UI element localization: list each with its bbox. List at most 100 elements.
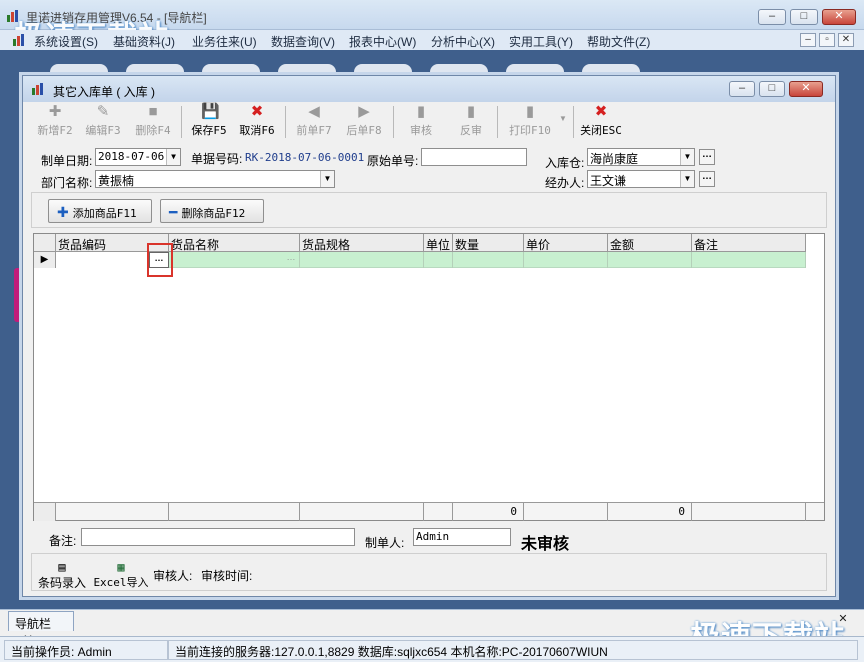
warehouse-label: 入库仓: <box>545 156 585 170</box>
header-fields: 制单日期: 2018-07-06 ▼ 单据号码: RK-2018-07-06-0… <box>31 144 827 192</box>
dialog-title-bar: 其它入库单 ( 入库 ) – □ ✕ <box>23 76 835 102</box>
chevron-down-icon[interactable]: ▼ <box>320 171 334 187</box>
toolbar-separator <box>393 106 394 138</box>
dialog-minimize-button[interactable]: – <box>729 81 755 97</box>
delete-product-button[interactable]: ━ 删除商品F12 <box>160 199 264 223</box>
next-button[interactable]: ▶ 后单F8 <box>343 104 385 142</box>
print-button[interactable]: ▮ 打印F10 <box>505 104 555 142</box>
date-label: 制单日期: <box>41 154 93 168</box>
floppy-icon: 💾 <box>201 103 220 120</box>
amount-cell[interactable] <box>608 252 692 268</box>
qty-total: 0 <box>453 503 524 521</box>
column-header[interactable]: 单价 <box>524 234 608 252</box>
chevron-down-icon[interactable]: ▼ <box>680 171 694 187</box>
toolbar-separator <box>573 106 574 138</box>
orig-no-field[interactable] <box>421 148 527 166</box>
barcode-import-button[interactable]: ▤ 条码录入 <box>35 560 89 591</box>
menu-business[interactable]: 业务往来(U) <box>192 33 257 50</box>
column-header[interactable]: 货品名称 <box>169 234 300 252</box>
dept-select[interactable]: 黄振楠 ▼ <box>95 170 335 188</box>
spec-cell[interactable] <box>300 252 424 268</box>
add-product-button[interactable]: ✚ 添加商品F11 <box>48 199 152 223</box>
price-cell[interactable] <box>524 252 608 268</box>
toolbar: ✚ 新增F2 ✎ 编辑F3 ■ 删除F4 💾 保存F5 ✖ 取消F6 ◀ 前单F… <box>29 102 829 144</box>
code-cell[interactable] <box>56 252 149 268</box>
minus-icon: ━ <box>169 204 178 220</box>
chevron-down-icon[interactable]: ▼ <box>680 149 694 165</box>
plus-icon: ✚ <box>57 204 69 220</box>
new-button[interactable]: ✚ 新增F2 <box>35 104 75 142</box>
column-header[interactable]: 数量 <box>453 234 524 252</box>
qty-cell[interactable] <box>453 252 524 268</box>
warehouse-browse-button[interactable]: … <box>699 149 715 165</box>
dialog-title: 其它入库单 ( 入库 ) <box>53 85 155 99</box>
menu-help[interactable]: 帮助文件(Z) <box>587 33 650 50</box>
maximize-button[interactable]: □ <box>790 9 818 25</box>
handler-select[interactable]: 王文谦 ▼ <box>587 170 695 188</box>
grid-corner <box>34 234 56 252</box>
red-x-icon: ✖ <box>594 103 608 120</box>
arrow-left-icon: ◀ <box>308 103 320 120</box>
menu-tools[interactable]: 实用工具(Y) <box>509 33 573 50</box>
cancel-button[interactable]: ✖ 取消F6 <box>237 104 277 142</box>
arrow-right-icon: ▶ <box>358 103 370 120</box>
name-cell[interactable] <box>169 252 300 268</box>
close-button[interactable]: ✕ <box>822 9 856 25</box>
toolbar-separator <box>285 106 286 138</box>
mdi-close-button[interactable]: ✕ <box>838 33 854 47</box>
row-pointer-icon: ▶ <box>34 252 56 268</box>
print-dropdown-icon[interactable]: ▼ <box>557 114 569 128</box>
amount-total: 0 <box>608 503 692 521</box>
menu-analysis[interactable]: 分析中心(X) <box>431 33 495 50</box>
mdi-minimize-button[interactable]: – <box>800 33 816 47</box>
footer-cell <box>692 503 806 521</box>
date-field[interactable]: 2018-07-06 ▼ <box>95 148 181 166</box>
name-browse-icon[interactable]: … <box>282 252 300 268</box>
remark-field[interactable] <box>81 528 355 546</box>
footer-cell <box>169 503 300 521</box>
dialog-maximize-button[interactable]: □ <box>759 81 785 97</box>
plus-icon: ✚ <box>48 103 62 120</box>
column-header[interactable]: 金额 <box>608 234 692 252</box>
unaudit-button[interactable]: ▮ 反审 <box>453 104 489 142</box>
product-button-bar: ✚ 添加商品F11 ━ 删除商品F12 <box>31 192 827 228</box>
handler-browse-button[interactable]: … <box>699 171 715 187</box>
remark-cell[interactable] <box>692 252 806 268</box>
status-badge: 未审核 <box>521 536 570 553</box>
unit-cell[interactable] <box>424 252 453 268</box>
status-server: 当前连接的服务器:127.0.0.1,8829 数据库:sqljxc654 本机… <box>168 640 858 660</box>
tab-nav-bar[interactable]: 导航栏 ✕ <box>8 611 74 646</box>
stock-in-dialog: 其它入库单 ( 入库 ) – □ ✕ ✚ 新增F2 ✎ 编辑F3 ■ 删除F4 … <box>22 75 836 597</box>
grid-blank <box>806 234 824 502</box>
column-header[interactable]: 备注 <box>692 234 806 252</box>
audit-button[interactable]: ▮ 审核 <box>403 104 439 142</box>
footer-cell <box>56 503 169 521</box>
column-header[interactable]: 单位 <box>424 234 453 252</box>
mdi-restore-button[interactable]: ▫ <box>819 33 835 47</box>
minimize-button[interactable]: – <box>758 9 786 25</box>
creator-label: 制单人: <box>365 536 405 550</box>
dialog-close-button[interactable]: ✕ <box>789 81 823 97</box>
remark-label: 备注: <box>49 534 77 548</box>
status-operator: 当前操作员: Admin <box>4 640 168 660</box>
save-button[interactable]: 💾 保存F5 <box>189 104 229 142</box>
bottom-panel <box>31 553 827 591</box>
warehouse-select[interactable]: 海尚康庭 ▼ <box>587 148 695 166</box>
red-x-icon: ✖ <box>250 103 264 120</box>
prev-button[interactable]: ◀ 前单F7 <box>293 104 335 142</box>
edit-button[interactable]: ✎ 编辑F3 <box>83 104 123 142</box>
excel-import-button[interactable]: ▦ Excel导入 <box>93 560 149 590</box>
doc-no-value: RK-2018-07-06-0001 <box>245 151 365 164</box>
footer-cell <box>300 503 424 521</box>
delete-button[interactable]: ■ 删除F4 <box>131 104 175 142</box>
chevron-down-icon[interactable]: ▼ <box>166 149 180 165</box>
menu-report[interactable]: 报表中心(W) <box>349 33 416 50</box>
close-dialog-button[interactable]: ✖ 关闭ESC <box>579 104 623 142</box>
dialog-chart-icon <box>32 83 43 95</box>
toolbar-separator <box>181 106 182 138</box>
column-header[interactable]: 货品规格 <box>300 234 424 252</box>
menu-system[interactable]: 系统设置(S) <box>34 33 98 50</box>
menu-data-query[interactable]: 数据查询(V) <box>271 33 335 50</box>
menu-basic-data[interactable]: 基础资料(J) <box>113 33 175 50</box>
handler-label: 经办人: <box>545 176 585 190</box>
